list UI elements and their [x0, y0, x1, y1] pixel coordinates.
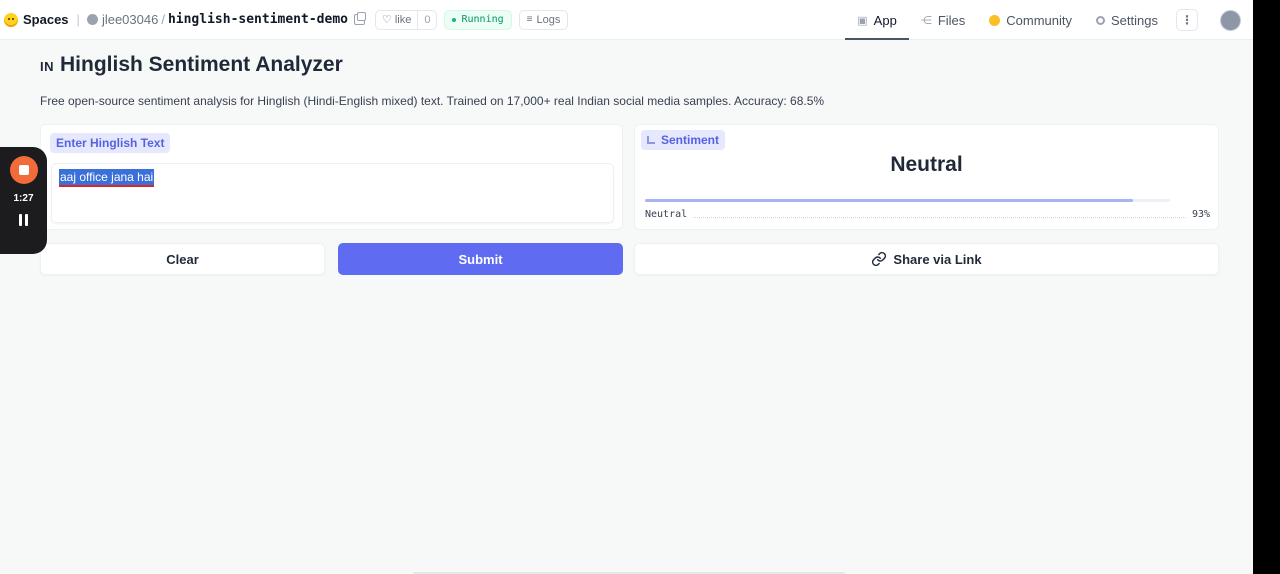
link-icon: [871, 251, 887, 267]
space-header: Spaces | jlee03046 / hinglish-sentiment-…: [0, 0, 569, 39]
repo-name-link[interactable]: hinglish-sentiment-demo: [168, 12, 348, 27]
tab-community-label: Community: [1006, 12, 1073, 28]
submit-button[interactable]: Submit: [338, 243, 623, 275]
tab-settings[interactable]: Settings: [1084, 0, 1170, 40]
confidence-leader: [693, 211, 1186, 218]
confidence-row: Neutral 93%: [645, 208, 1210, 220]
sentiment-label: Sentiment: [641, 130, 726, 150]
clear-button[interactable]: Clear: [40, 243, 325, 275]
spaces-link[interactable]: Spaces: [23, 12, 69, 27]
status-badge[interactable]: Running: [444, 9, 512, 30]
confidence-bar-fill: [645, 199, 1134, 202]
logs-button[interactable]: ≡ Logs: [518, 9, 569, 30]
confidence-percent: 93%: [1191, 208, 1210, 220]
copy-icon[interactable]: [353, 12, 366, 25]
logs-icon: ≡: [526, 14, 533, 25]
tab-app-label: App: [873, 12, 897, 28]
user-avatar[interactable]: [1220, 9, 1241, 31]
page-description: Free open-source sentiment analysis for …: [40, 94, 825, 108]
output-panel: Sentiment Neutral Neutral 93%: [634, 124, 1219, 230]
like-label: like: [394, 13, 412, 26]
stop-recording-button[interactable]: [9, 156, 38, 184]
share-link-label: Share via Link: [893, 251, 982, 267]
input-panel: Enter Hinglish Text aaj office jana hai: [40, 124, 623, 230]
confidence-label: Neutral: [645, 208, 688, 220]
files-icon: ⋲: [920, 14, 932, 27]
heart-icon: ♡: [381, 14, 392, 26]
status-dot-icon: [452, 17, 457, 22]
sentiment-label-text: Sentiment: [661, 133, 720, 147]
space-tabs: ▣ App ⋲ Files Community Settings ⋮: [845, 0, 1253, 40]
huggingface-logo-icon[interactable]: [4, 12, 18, 27]
india-flag-icon: IN: [40, 59, 54, 74]
selected-input-text[interactable]: aaj office jana hai: [59, 169, 155, 187]
confidence-bar-track: [645, 199, 1170, 202]
cube-icon: ▣: [857, 14, 868, 27]
tab-files[interactable]: ⋲ Files: [909, 0, 977, 40]
input-label: Enter Hinglish Text: [50, 133, 171, 153]
tab-settings-label: Settings: [1111, 12, 1158, 28]
tab-community[interactable]: Community: [977, 0, 1084, 40]
hinglish-text-input[interactable]: aaj office jana hai: [51, 163, 614, 223]
status-text: Running: [461, 14, 504, 25]
like-button[interactable]: ♡ like 0: [374, 9, 438, 30]
sentiment-result: Neutral: [890, 153, 963, 176]
logs-label: Logs: [536, 13, 561, 26]
pause-icon-bar: [19, 214, 22, 226]
tab-files-label: Files: [937, 12, 966, 28]
recording-timer: 1:27: [13, 193, 34, 204]
pause-icon-bar: [25, 214, 28, 226]
gear-icon: [1096, 15, 1106, 25]
owner-link[interactable]: jlee03046: [102, 12, 158, 27]
chart-icon: [647, 136, 655, 144]
pause-recording-button[interactable]: [19, 214, 28, 226]
stop-icon: [18, 165, 29, 175]
page-title: IN Hinglish Sentiment Analyzer: [40, 53, 343, 77]
header-separator: |: [76, 12, 80, 27]
browser-viewport: Spaces | jlee03046 / hinglish-sentiment-…: [0, 0, 1253, 574]
path-separator: /: [161, 12, 165, 27]
page-title-text: Hinglish Sentiment Analyzer: [60, 53, 343, 76]
top-navbar: Spaces | jlee03046 / hinglish-sentiment-…: [0, 0, 1253, 40]
share-link-button[interactable]: Share via Link: [634, 243, 1219, 275]
owner-avatar[interactable]: [86, 14, 98, 25]
screen-recorder-widget: 1:27: [0, 147, 47, 254]
community-icon: [989, 14, 1001, 26]
more-options-button[interactable]: ⋮: [1176, 9, 1198, 31]
like-count: 0: [417, 10, 436, 29]
tab-app[interactable]: ▣ App: [845, 0, 909, 40]
